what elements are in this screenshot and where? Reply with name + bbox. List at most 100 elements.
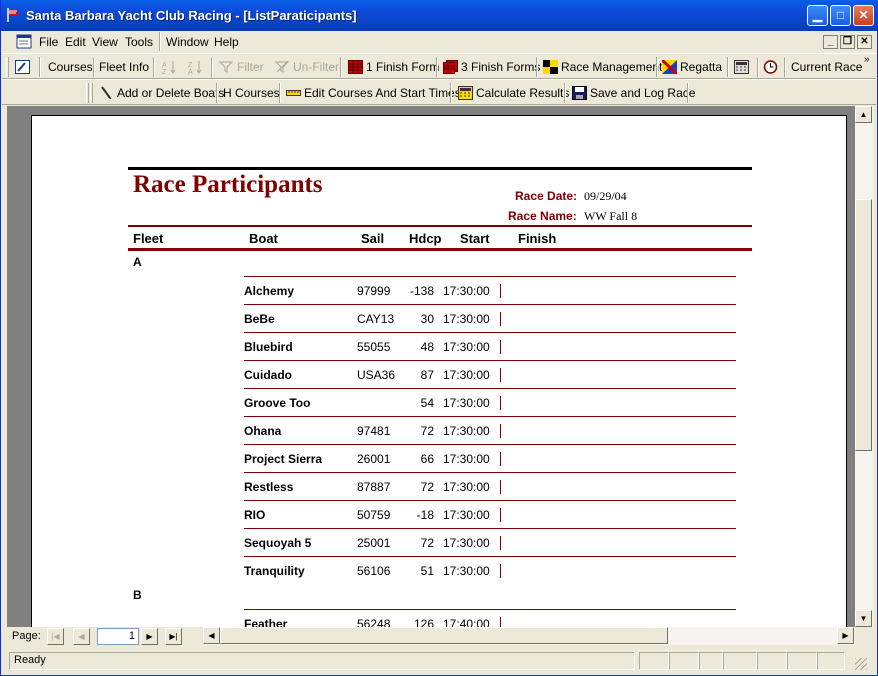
maximize-button[interactable]: □ [830,5,851,26]
handicap: 54 [420,396,434,410]
start-time: 17:30:00 [443,480,490,494]
finish-form-1-label: 1 Finish Form [366,60,440,74]
previous-page-button[interactable]: ◀ [73,628,90,645]
regatta-button[interactable]: Regatta [658,57,726,77]
finish-entry-line [500,284,501,298]
courses-button[interactable]: Courses [44,57,97,77]
fleet-info-button[interactable]: Fleet Info [95,57,153,77]
finish-form-icon [348,60,363,74]
vertical-scrollbar[interactable]: ▲ ▼ [855,106,873,627]
column-header-fleet: Fleet [133,231,164,246]
scroll-down-button[interactable]: ▼ [855,610,872,627]
toolbar-grip [90,83,93,103]
minimize-button[interactable]: ▁ [807,5,828,26]
calculator-button[interactable] [731,57,752,77]
status-panel [787,652,817,670]
horizontal-scrollbar[interactable]: ◀ ▶ [203,627,855,645]
mdi-minimize-button[interactable]: _ [823,35,838,49]
toolbar-separator [536,57,538,77]
add-delete-boats-button[interactable]: Add or Delete Boats [95,83,228,103]
arrow-down-icon: ▼ [859,614,868,623]
save-log-race-button[interactable]: Save and Log Race [568,83,699,103]
previous-page-icon: ◀ [78,632,85,641]
race-management-button[interactable]: Race Management [539,57,666,77]
toolbar-grip[interactable] [6,57,9,77]
clock-icon [763,60,778,74]
filter-icon [219,61,234,73]
handicap: -138 [409,284,434,298]
first-page-button[interactable]: |◀ [47,628,64,645]
start-time: 17:30:00 [443,368,490,382]
horizontal-scroll-thumb[interactable] [220,627,668,644]
clock-button[interactable] [760,57,781,77]
filter-button[interactable]: Filter [215,57,268,77]
scroll-left-button[interactable]: ◀ [203,627,220,644]
edit-courses-button[interactable]: Edit Courses And Start Times [282,83,465,103]
arrow-left-icon: ◀ [208,631,215,640]
column-header-boat: Boat [249,231,278,246]
table-row: Cuidado USA36 87 17:30:00 [244,360,736,388]
last-page-button[interactable]: ▶| [165,628,182,645]
mdi-close-button[interactable]: ✕ [857,35,872,49]
toolbar-separator [39,57,41,77]
start-time: 17:30:00 [443,424,490,438]
sail-number: 55055 [357,340,391,354]
scroll-up-button[interactable]: ▲ [855,106,872,123]
table-row: Ohana 97481 72 17:30:00 [244,416,736,444]
app-window: Santa Barbara Yacht Club Racing - [ListP… [0,0,878,676]
finish-forms-3-button[interactable]: 3 Finish Forms [439,57,544,77]
header-rule-bottom [128,248,752,251]
table-row: Restless 87887 72 17:30:00 [244,472,736,500]
h-courses-button[interactable]: H Courses [219,83,284,103]
menu-view[interactable]: View [92,35,118,49]
menu-edit[interactable]: Edit [65,35,86,49]
page-number-input[interactable]: 1 [97,628,139,645]
header-rule-top [128,225,752,227]
pencil-icon [101,86,112,100]
menu-window[interactable]: Window [166,35,209,49]
menu-file[interactable]: File [39,35,58,49]
edit-courses-label: Edit Courses And Start Times [304,86,461,100]
sail-number: 97481 [357,424,391,438]
arrow-right-icon: ▶ [842,631,849,640]
finish-form-1-button[interactable]: 1 Finish Form [344,57,443,77]
calculate-results-label: Calculate Results [476,86,570,100]
mdi-restore-button[interactable]: ❐ [840,35,855,49]
current-race-button[interactable]: Current Race [787,57,866,77]
toolbar-overflow-chevron-icon[interactable]: » [864,54,870,65]
sort-ascending-button[interactable]: AZ [158,57,184,77]
scroll-right-button[interactable]: ▶ [837,627,854,644]
column-header-sail: Sail [361,231,385,246]
table-row: Alchemy 97999 -138 17:30:00 [244,276,736,304]
toolbar-grip[interactable] [86,83,89,103]
calculate-results-button[interactable]: Calculate Results [454,83,573,103]
sort-ascending-icon: AZ [162,61,176,74]
vertical-scroll-thumb[interactable] [855,199,872,451]
unfilter-icon [275,60,290,73]
design-view-button[interactable] [13,57,32,77]
sort-descending-button[interactable]: ZA [184,57,210,77]
menu-tools[interactable]: Tools [125,35,153,49]
minimize-icon: ▁ [812,8,823,22]
svg-text:A: A [162,62,167,69]
status-panel [757,652,787,670]
floppy-disk-icon [572,86,587,100]
title-bar[interactable]: Santa Barbara Yacht Club Racing - [ListP… [1,0,878,31]
handicap: 30 [420,312,434,326]
design-view-icon [15,60,30,74]
handicap: -18 [416,508,434,522]
next-page-button[interactable]: ▶ [141,628,158,645]
next-page-icon: ▶ [146,632,153,641]
sail-number: 25001 [357,536,391,550]
finish-entry-line [500,424,501,438]
toolbar-separator [757,57,759,77]
start-time: 17:30:00 [443,340,490,354]
regatta-label: Regatta [680,60,723,74]
document-window-icon[interactable] [16,34,32,49]
report-preview-area[interactable]: Race Participants Race Date: 09/29/04 Ra… [7,106,855,627]
boat-name: Groove Too [244,396,311,410]
close-button[interactable]: ✕ [853,5,874,26]
menu-help[interactable]: Help [214,35,239,49]
resize-grip-icon[interactable] [855,658,867,670]
unfilter-button[interactable]: Un-Filter [271,57,343,77]
